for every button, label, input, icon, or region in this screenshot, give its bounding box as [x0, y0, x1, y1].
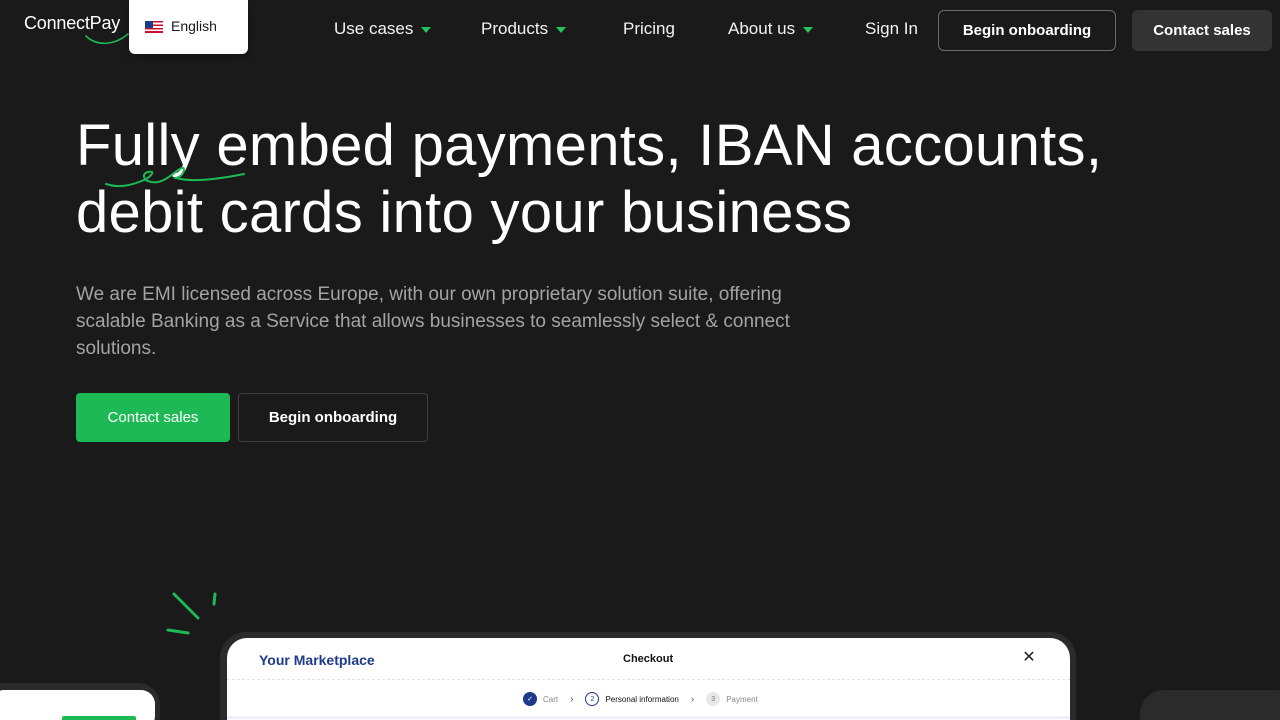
caret-down-icon [421, 27, 432, 33]
chevron-right-icon: › [570, 693, 574, 705]
underline-squiggle-icon [105, 166, 245, 188]
nav-products-label: Products [481, 19, 549, 38]
hero-subtitle: We are EMI licensed across Europe, with … [76, 284, 790, 359]
nav-products[interactable]: Products [481, 19, 567, 39]
begin-onboarding-header-button[interactable]: Begin onboarding [938, 10, 1116, 51]
left-device-screen [0, 690, 155, 720]
sign-in-label: Sign In [865, 19, 918, 38]
check-icon: ✓ [523, 692, 537, 706]
step-personal-information: 2 Personal information [585, 692, 679, 706]
hero-title-line2: debit cards into your business [76, 180, 853, 245]
us-flag-icon [145, 21, 163, 33]
step-payment-label: Payment [726, 694, 758, 704]
hero-title: Fully embed payments, IBAN accounts, deb… [76, 112, 1256, 246]
contact-sales-header-button[interactable]: Contact sales [1132, 10, 1272, 51]
begin-onboarding-button[interactable]: Begin onboarding [238, 393, 428, 442]
caret-down-icon [803, 27, 814, 33]
logo-swoosh-icon [85, 33, 129, 45]
spark-decoration-icon [166, 592, 217, 635]
left-device-green-bar [62, 716, 136, 720]
step-personal-information-label: Personal information [605, 694, 679, 704]
nav-about-us[interactable]: About us [728, 19, 814, 39]
checkout-mockup: Your Marketplace Checkout ✕ ✓ Cart › 2 P… [227, 638, 1070, 720]
caret-down-icon [556, 27, 567, 33]
step-cart-label: Cart [543, 694, 559, 704]
language-selector[interactable]: English [129, 0, 248, 54]
nav-use-cases-label: Use cases [334, 19, 414, 38]
step-number-3: 3 [706, 692, 721, 706]
right-device-frame [1140, 690, 1280, 720]
step-number-2: 2 [585, 692, 600, 706]
language-label: English [171, 18, 217, 34]
checkout-title: Checkout [623, 653, 674, 665]
screen-divider [227, 679, 1070, 680]
nav-about-us-label: About us [728, 19, 796, 38]
step-payment: 3 Payment [706, 692, 758, 706]
nav-pricing[interactable]: Pricing [623, 19, 675, 39]
chevron-right-icon: › [690, 693, 695, 705]
close-icon[interactable]: ✕ [1021, 650, 1037, 666]
screen-bottom-bar [227, 716, 1070, 719]
sign-in-link[interactable]: Sign In [865, 19, 918, 39]
step-cart: ✓ Cart [523, 692, 558, 706]
marketplace-title: Your Marketplace [259, 652, 375, 668]
nav-use-cases[interactable]: Use cases [334, 19, 432, 39]
contact-sales-button[interactable]: Contact sales [76, 393, 230, 442]
checkout-steps: ✓ Cart › 2 Personal information › 3 Paym… [523, 691, 758, 707]
nav-pricing-label: Pricing [623, 19, 675, 38]
